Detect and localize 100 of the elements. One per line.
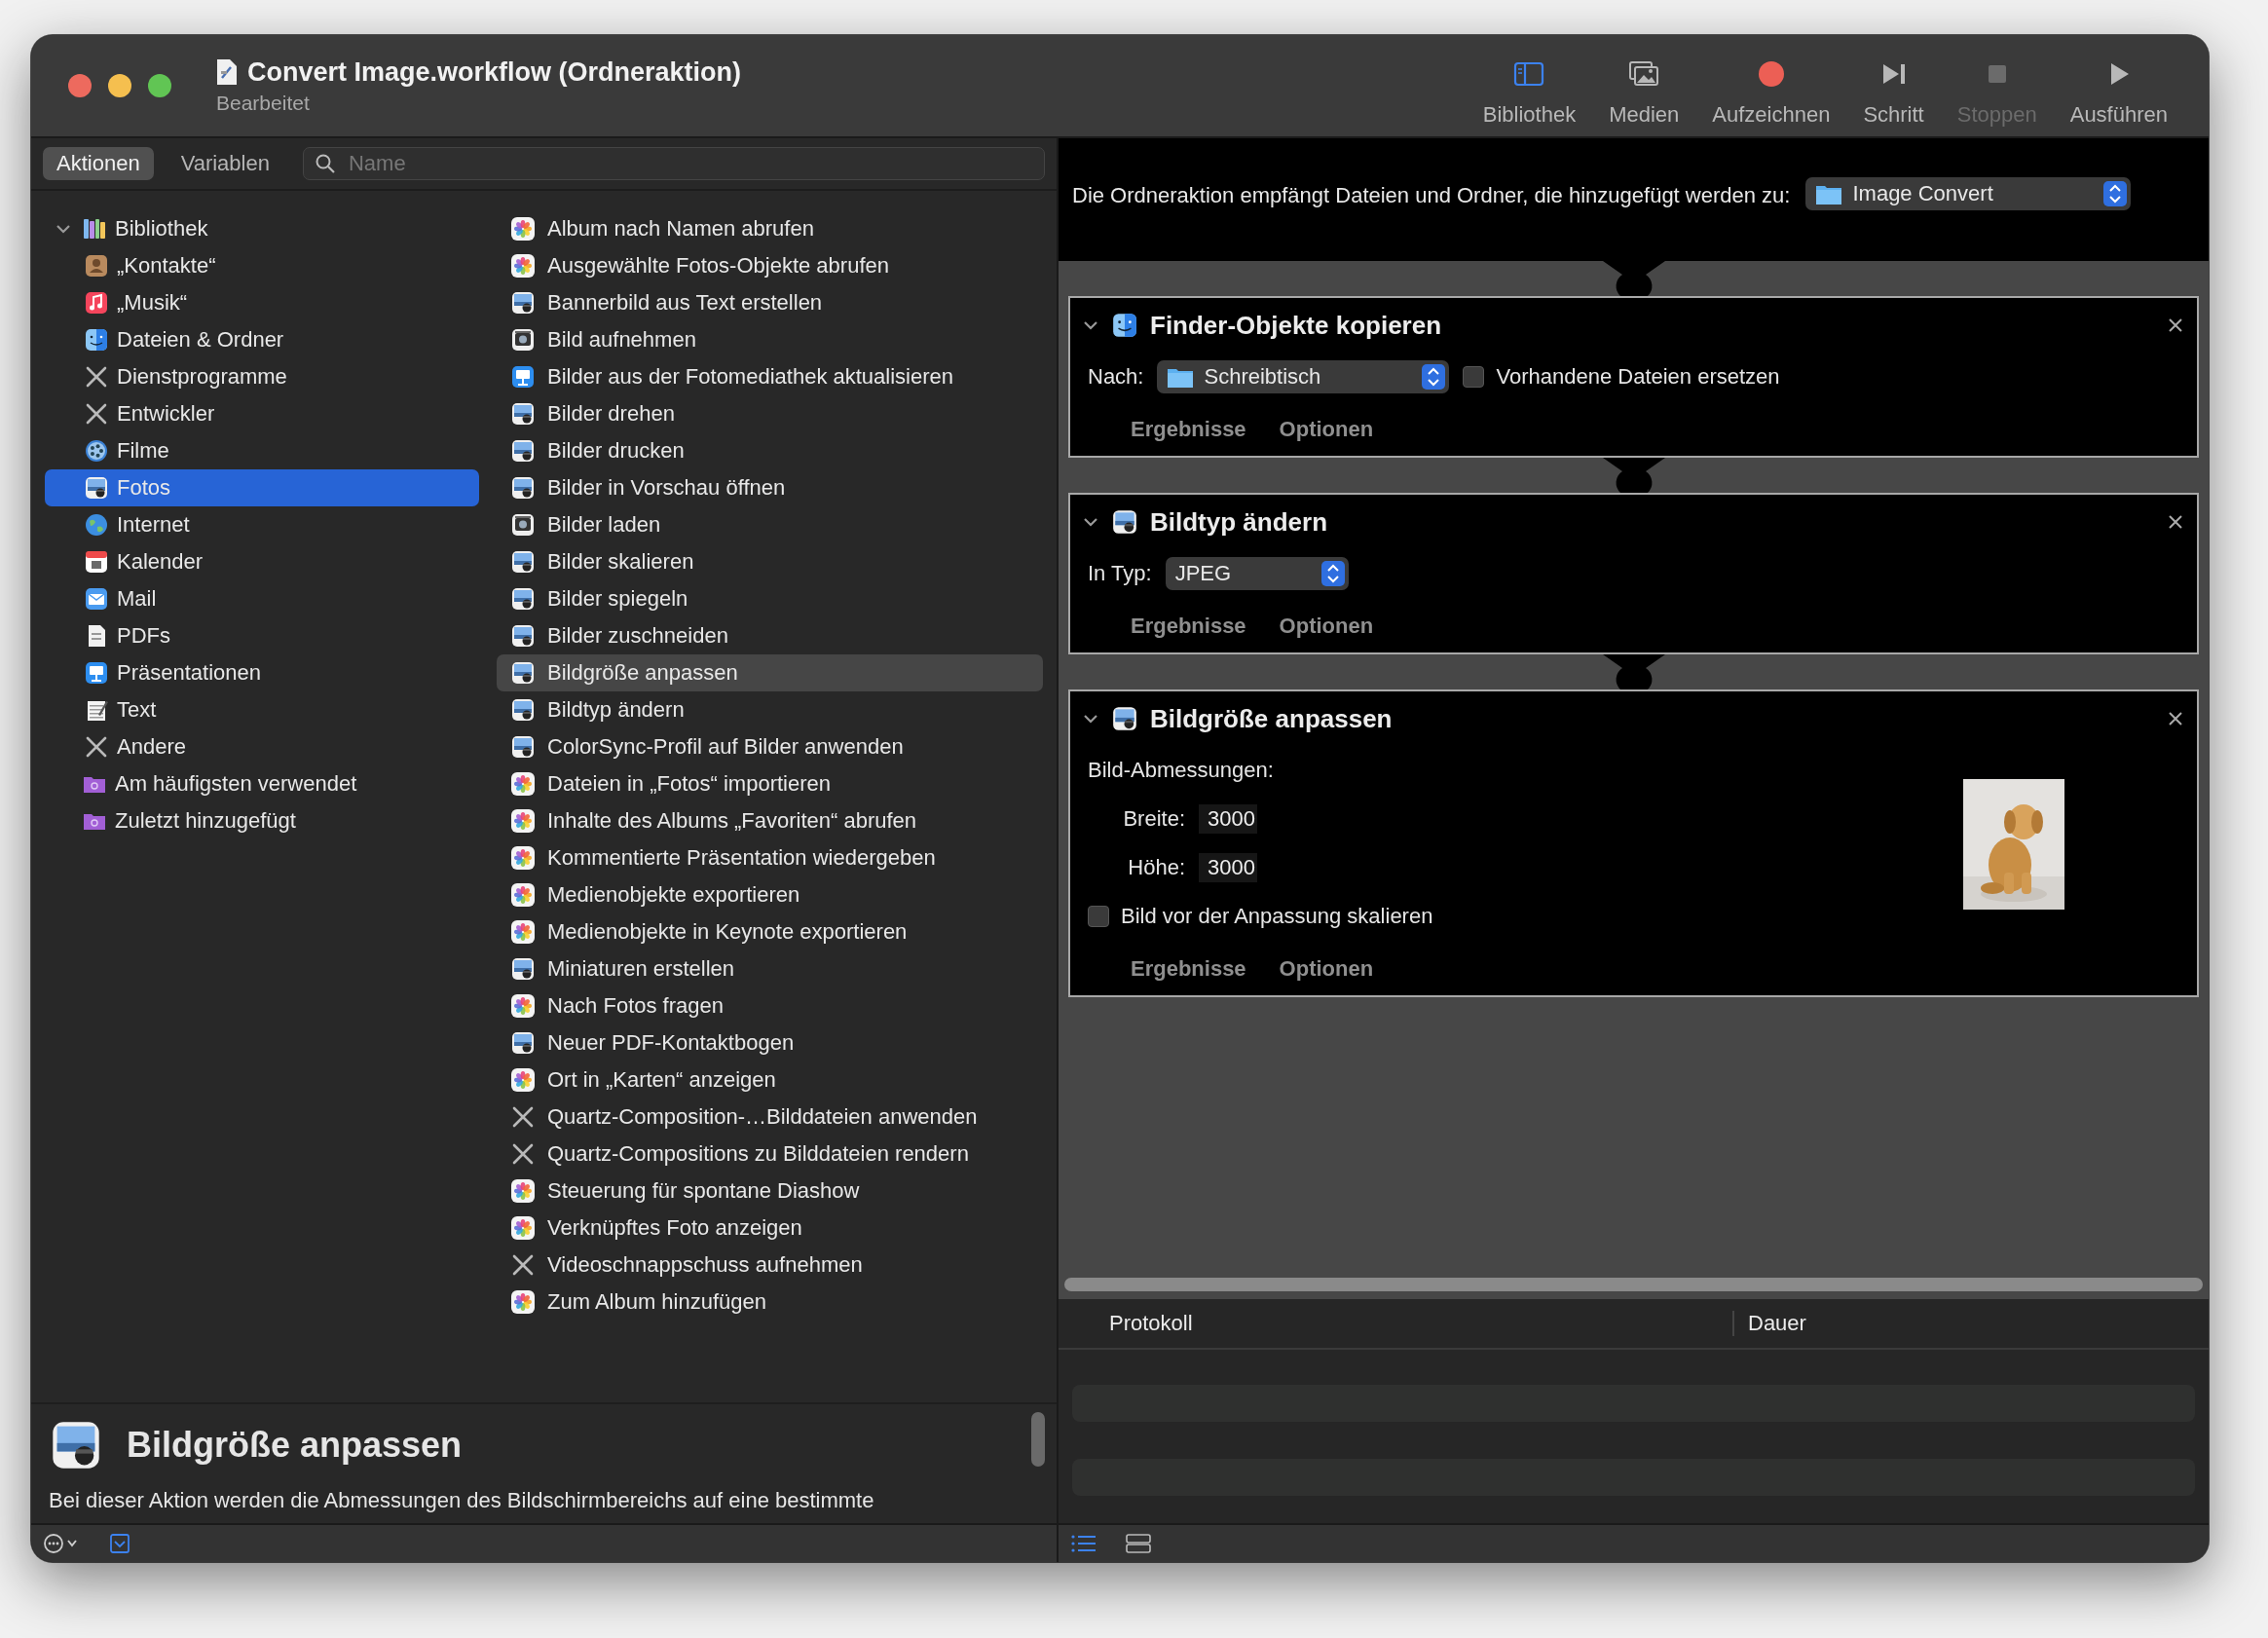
- action-list-item[interactable]: Quartz-Composition-…Bilddateien anwenden: [497, 1098, 1043, 1135]
- action-list-item[interactable]: Medienobjekte in Keynote exportieren: [497, 913, 1043, 950]
- sidebar-item[interactable]: PDFs: [45, 617, 479, 654]
- action-list-item[interactable]: Neuer PDF-Kontaktbogen: [497, 1024, 1043, 1061]
- action-list-item[interactable]: Ausgewählte Fotos-Objekte abrufen: [497, 247, 1043, 284]
- action-tab[interactable]: Optionen: [1279, 956, 1374, 982]
- preview-app-icon: [510, 734, 536, 760]
- checkbox[interactable]: Bild vor der Anpassung skalieren: [1088, 904, 1433, 929]
- sidebar-item[interactable]: „Musik“: [45, 284, 479, 321]
- folder-popup-button[interactable]: Image Convert: [1805, 177, 2132, 210]
- scrollbar-thumb[interactable]: [1031, 1412, 1045, 1467]
- action-list-item[interactable]: Miniaturen erstellen: [497, 950, 1043, 987]
- action-list-item[interactable]: Bildgröße anpassen: [497, 654, 1043, 691]
- preview-app-icon: [510, 586, 536, 612]
- preview-app-icon: [510, 290, 536, 316]
- action-list-item[interactable]: Ort in „Karten“ anzeigen: [497, 1061, 1043, 1098]
- sidebar-item[interactable]: Dateien & Ordner: [45, 321, 479, 358]
- action-list-item[interactable]: Inhalte des Albums „Favoriten“ abrufen: [497, 802, 1043, 839]
- action-tab[interactable]: Ergebnisse: [1131, 956, 1246, 982]
- sidebar-item[interactable]: Dienstprogramme: [45, 358, 479, 395]
- toolbar-button[interactable]: Ausführen: [2056, 44, 2181, 128]
- preview-app-icon: [510, 475, 536, 501]
- action-list-item[interactable]: ColorSync-Profil auf Bilder anwenden: [497, 728, 1043, 765]
- toolbar-button[interactable]: Schritt: [1849, 44, 1938, 128]
- action-list-item[interactable]: Bilder drehen: [497, 395, 1043, 432]
- sidebar-item[interactable]: Bibliothek: [45, 210, 479, 247]
- tools-icon: [84, 734, 109, 760]
- input-description: Die Ordneraktion empfängt Dateien und Ordner, die hinzugefügt werden zu:: [1072, 182, 1791, 208]
- action-list-item[interactable]: Bilder zuschneiden: [497, 617, 1043, 654]
- close-icon[interactable]: [2168, 514, 2183, 530]
- sidebar-item[interactable]: Am häufigsten verwendet: [45, 765, 479, 802]
- action-list-item[interactable]: Bilder laden: [497, 506, 1043, 543]
- sidebar-item[interactable]: „Kontakte“: [45, 247, 479, 284]
- close-icon[interactable]: [2168, 317, 2183, 333]
- action-tab[interactable]: Optionen: [1279, 417, 1374, 442]
- action-list-item[interactable]: Nach Fotos fragen: [497, 987, 1043, 1024]
- action-list-item[interactable]: Album nach Namen abrufen: [497, 210, 1043, 247]
- popup-button[interactable]: JPEG: [1165, 557, 1349, 590]
- sidebar-item[interactable]: Andere: [45, 728, 479, 765]
- photos-app-icon: [510, 845, 536, 871]
- toolbar-button[interactable]: Medien: [1595, 44, 1693, 128]
- finder-face-icon: [1111, 312, 1138, 339]
- action-list-item[interactable]: Kommentierte Präsentation wiedergeben: [497, 839, 1043, 876]
- sidebar-item[interactable]: Kalender: [45, 543, 479, 580]
- action-list-item[interactable]: Quartz-Compositions zu Bilddateien rendern: [497, 1135, 1043, 1173]
- column-header: Dauer: [1732, 1311, 2209, 1336]
- sidebar-item[interactable]: Internet: [45, 506, 479, 543]
- photos-app-icon: [510, 919, 536, 945]
- toolbar-button[interactable]: Aufzeichnen: [1698, 44, 1844, 128]
- film-reel-icon: [84, 438, 109, 464]
- sidebar-item[interactable]: Präsentationen: [45, 654, 479, 691]
- tools-icon: [84, 364, 109, 390]
- preview-app-icon: [510, 549, 536, 575]
- split-view-icon[interactable]: [1125, 1533, 1152, 1554]
- close-icon[interactable]: [2168, 711, 2183, 726]
- field-label: Breite:: [1122, 806, 1185, 832]
- minimize-button[interactable]: [108, 74, 131, 97]
- photos-app-icon: [510, 1215, 536, 1241]
- sidebar-item[interactable]: Text: [45, 691, 479, 728]
- number-field[interactable]: 3000: [1199, 853, 1257, 882]
- action-list-item[interactable]: Bannerbild aus Text erstellen: [497, 284, 1043, 321]
- close-button[interactable]: [68, 74, 92, 97]
- action-list-item[interactable]: Bild aufnehmen: [497, 321, 1043, 358]
- action-list-item[interactable]: Verknüpftes Foto anzeigen: [497, 1210, 1043, 1247]
- action-list-item[interactable]: Bilder drucken: [497, 432, 1043, 469]
- description-toggle-icon[interactable]: [109, 1533, 130, 1554]
- globe-icon: [84, 512, 109, 538]
- segment-tab[interactable]: Aktionen: [43, 147, 154, 180]
- sidebar-item[interactable]: Fotos: [45, 469, 479, 506]
- action-list-item[interactable]: Dateien in „Fotos“ importieren: [497, 765, 1043, 802]
- action-list-item[interactable]: Bilder skalieren: [497, 543, 1043, 580]
- sidebar-item[interactable]: Mail: [45, 580, 479, 617]
- action-list-item[interactable]: Bilder in Vorschau öffnen: [497, 469, 1043, 506]
- list-view-icon[interactable]: [1070, 1533, 1097, 1554]
- number-field[interactable]: 3000: [1199, 804, 1257, 834]
- action-list-item[interactable]: Steuerung für spontane Diashow: [497, 1173, 1043, 1210]
- photos-app-icon: [510, 1289, 536, 1315]
- scrollbar-thumb[interactable]: [1064, 1278, 2203, 1291]
- search-field[interactable]: Name: [302, 147, 1045, 180]
- photos-app-icon: [510, 882, 536, 908]
- action-list-item[interactable]: Videoschnappschuss aufnehmen: [497, 1247, 1043, 1284]
- segment-tab[interactable]: Variablen: [167, 147, 283, 180]
- presentation-icon: [84, 660, 109, 686]
- toolbar-button[interactable]: Bibliothek: [1469, 44, 1590, 128]
- stepper-icon: [1320, 561, 1345, 586]
- action-list-item[interactable]: Bilder aus der Fotomediathek aktualisieren: [497, 358, 1043, 395]
- action-list-item[interactable]: Zum Album hinzufügen: [497, 1284, 1043, 1321]
- action-list-item[interactable]: Bilder spiegeln: [497, 580, 1043, 617]
- zoom-button[interactable]: [148, 74, 171, 97]
- action-tab[interactable]: Ergebnisse: [1131, 417, 1246, 442]
- action-tab[interactable]: Ergebnisse: [1131, 614, 1246, 639]
- sidebar-item[interactable]: Entwickler: [45, 395, 479, 432]
- camera-icon: [510, 327, 536, 353]
- sidebar-item[interactable]: Filme: [45, 432, 479, 469]
- sidebar-item[interactable]: Zuletzt hinzugefügt: [45, 802, 479, 839]
- action-tab[interactable]: Optionen: [1279, 614, 1374, 639]
- action-list-item[interactable]: Bildtyp ändern: [497, 691, 1043, 728]
- popup-button[interactable]: Schreibtisch: [1157, 360, 1450, 393]
- checkbox[interactable]: Vorhandene Dateien ersetzen: [1463, 364, 1780, 390]
- action-list-item[interactable]: Medienobjekte exportieren: [497, 876, 1043, 913]
